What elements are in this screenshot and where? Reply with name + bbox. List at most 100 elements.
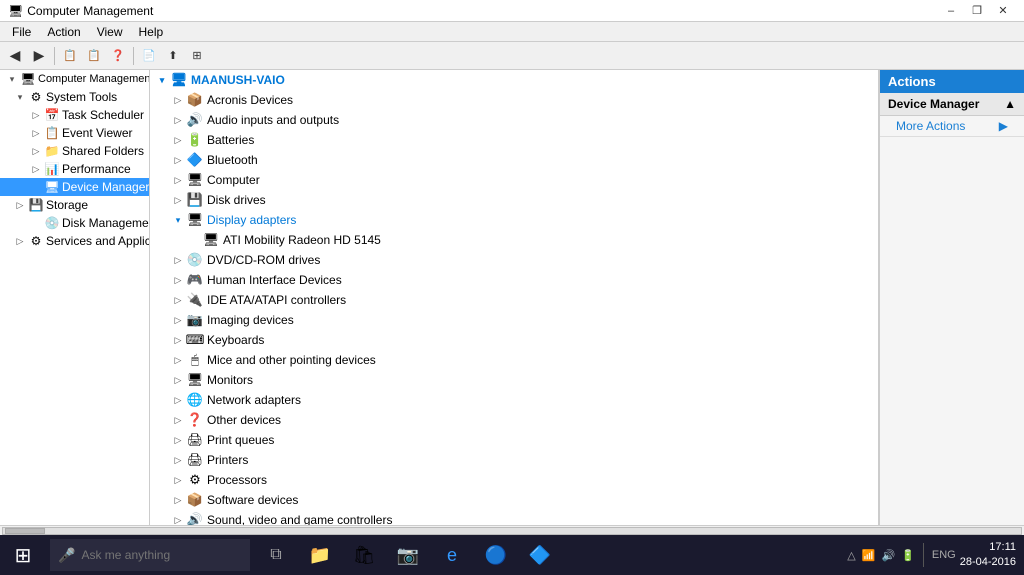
event-label: Event Viewer: [62, 126, 132, 140]
expander-icon: ▾: [12, 89, 28, 105]
left-node-services[interactable]: ▷ ⚙ Services and Applications: [0, 232, 149, 250]
device-root-node[interactable]: ▾ 🖥 MAANUSH-VAIO: [150, 70, 878, 90]
menu-view[interactable]: View: [89, 23, 131, 41]
minimize-button[interactable]: –: [938, 2, 964, 20]
horizontal-scrollbar[interactable]: [2, 527, 1022, 535]
printers-label: Printers: [207, 453, 248, 467]
restore-button[interactable]: ❐: [964, 2, 990, 20]
taskbar-store[interactable]: 🛍: [342, 535, 386, 575]
processors-label: Processors: [207, 473, 267, 487]
taskbar-app-6[interactable]: 🔷: [518, 535, 562, 575]
audio-label: Audio inputs and outputs: [207, 113, 339, 127]
action-section-chevron: ▲: [1004, 97, 1016, 111]
search-bar[interactable]: 🎤: [50, 539, 250, 571]
audio-expander: ▷: [170, 112, 186, 128]
sound-label: Sound, video and game controllers: [207, 513, 392, 525]
show-scope-button[interactable]: 📋: [59, 45, 81, 67]
action-section-devmgr: Device Manager ▲ More Actions ▶: [880, 93, 1024, 137]
tray-expand-icon[interactable]: △: [847, 549, 855, 562]
tray-volume-icon[interactable]: 🔊: [881, 549, 895, 562]
device-node-hid[interactable]: ▷ 🎮 Human Interface Devices: [150, 270, 878, 290]
device-node-imaging[interactable]: ▷ 📷 Imaging devices: [150, 310, 878, 330]
menu-help[interactable]: Help: [131, 23, 172, 41]
device-node-software[interactable]: ▷ 📦 Software devices: [150, 490, 878, 510]
bluetooth-expander: ▷: [170, 152, 186, 168]
taskview-button[interactable]: ⧉: [254, 535, 298, 575]
ati-label: ATI Mobility Radeon HD 5145: [223, 233, 381, 247]
start-button[interactable]: ⊞: [0, 535, 46, 575]
device-node-sound[interactable]: ▷ 🔊 Sound, video and game controllers: [150, 510, 878, 525]
taskbar-chrome[interactable]: 🔵: [474, 535, 518, 575]
tray-wifi-icon[interactable]: 📶: [862, 549, 876, 562]
left-node-storage[interactable]: ▷ 💾 Storage: [0, 196, 149, 214]
taskbar-right: △ 📶 🔊 🔋 ENG 17:11 28-04-2016: [839, 540, 1024, 571]
left-node-system-tools[interactable]: ▾ ⚙ System Tools: [0, 88, 149, 106]
device-node-network[interactable]: ▷ 🌐 Network adapters: [150, 390, 878, 410]
left-node-task-scheduler[interactable]: ▷ 📅 Task Scheduler: [0, 106, 149, 124]
new-button[interactable]: 📄: [138, 45, 160, 67]
disk-icon2: 💾: [186, 191, 204, 209]
taskbar-edge[interactable]: e: [430, 535, 474, 575]
action-section-title[interactable]: Device Manager ▲: [880, 93, 1024, 116]
forward-button[interactable]: ▶: [28, 45, 50, 67]
device-node-bluetooth[interactable]: ▷ 🔷 Bluetooth: [150, 150, 878, 170]
menu-file[interactable]: File: [4, 23, 39, 41]
device-node-ati[interactable]: 🖥 ATI Mobility Radeon HD 5145: [150, 230, 878, 250]
left-node-device-manager[interactable]: 🖥 Device Manager: [0, 178, 149, 196]
disk-label: Disk Management: [62, 216, 150, 230]
device-node-other[interactable]: ▷ ❓ Other devices: [150, 410, 878, 430]
left-node-shared-folders[interactable]: ▷ 📁 Shared Folders: [0, 142, 149, 160]
software-label: Software devices: [207, 493, 298, 507]
shared-label: Shared Folders: [62, 144, 144, 158]
display-label: Display adapters: [207, 213, 296, 227]
mice-expander: ▷: [170, 352, 186, 368]
title-bar-controls: – ❐ ✕: [938, 2, 1016, 20]
properties-button[interactable]: ❓: [107, 45, 129, 67]
device-node-acronis[interactable]: ▷ 📦 Acronis Devices: [150, 90, 878, 110]
left-node-comp-mgmt[interactable]: ▾ 🖥 Computer Management (Local: [0, 70, 149, 88]
left-node-performance[interactable]: ▷ 📊 Performance: [0, 160, 149, 178]
device-node-printers[interactable]: ▷ 🖨 Printers: [150, 450, 878, 470]
help-button[interactable]: 📋: [83, 45, 105, 67]
left-node-event-viewer[interactable]: ▷ 📋 Event Viewer: [0, 124, 149, 142]
root-label: MAANUSH-VAIO: [191, 73, 285, 87]
device-node-processors[interactable]: ▷ ⚙ Processors: [150, 470, 878, 490]
system-tools-label: System Tools: [46, 90, 117, 104]
device-node-disk[interactable]: ▷ 💾 Disk drives: [150, 190, 878, 210]
back-button[interactable]: ◀: [4, 45, 26, 67]
taskbar-photos[interactable]: 📷: [386, 535, 430, 575]
taskbar-file-explorer[interactable]: 📁: [298, 535, 342, 575]
perf-icon: 📊: [44, 161, 60, 177]
other-expander: ▷: [170, 412, 186, 428]
device-node-display[interactable]: ▾ 🖥 Display adapters: [150, 210, 878, 230]
keyboards-expander: ▷: [170, 332, 186, 348]
printq-expander: ▷: [170, 432, 186, 448]
close-button[interactable]: ✕: [990, 2, 1016, 20]
device-node-monitors[interactable]: ▷ 🖥 Monitors: [150, 370, 878, 390]
batteries-expander: ▷: [170, 132, 186, 148]
up-button[interactable]: ⬆: [162, 45, 184, 67]
device-node-mice[interactable]: ▷ 🖱 Mice and other pointing devices: [150, 350, 878, 370]
more-actions-item[interactable]: More Actions ▶: [880, 116, 1024, 136]
device-node-keyboards[interactable]: ▷ ⌨ Keyboards: [150, 330, 878, 350]
menu-action[interactable]: Action: [39, 23, 88, 41]
ide-icon: 🔌: [186, 291, 204, 309]
storage-icon: 💾: [28, 197, 44, 213]
computer-expander: ▷: [170, 172, 186, 188]
device-node-audio[interactable]: ▷ 🔊 Audio inputs and outputs: [150, 110, 878, 130]
computer-label: Computer: [207, 173, 260, 187]
actions-header: Actions: [880, 70, 1024, 93]
collapse-button[interactable]: ⊞: [186, 45, 208, 67]
device-node-batteries[interactable]: ▷ 🔋 Batteries: [150, 130, 878, 150]
device-node-computer[interactable]: ▷ 🖥 Computer: [150, 170, 878, 190]
device-node-printq[interactable]: ▷ 🖨 Print queues: [150, 430, 878, 450]
search-input[interactable]: [81, 548, 211, 562]
tray-battery-icon[interactable]: 🔋: [901, 549, 915, 562]
device-node-dvd[interactable]: ▷ 💿 DVD/CD-ROM drives: [150, 250, 878, 270]
ati-expander: [186, 232, 202, 248]
storage-label: Storage: [46, 198, 88, 212]
more-actions-arrow: ▶: [999, 119, 1008, 133]
imaging-expander: ▷: [170, 312, 186, 328]
left-node-disk-mgmt[interactable]: 💿 Disk Management: [0, 214, 149, 232]
device-node-ide[interactable]: ▷ 🔌 IDE ATA/ATAPI controllers: [150, 290, 878, 310]
